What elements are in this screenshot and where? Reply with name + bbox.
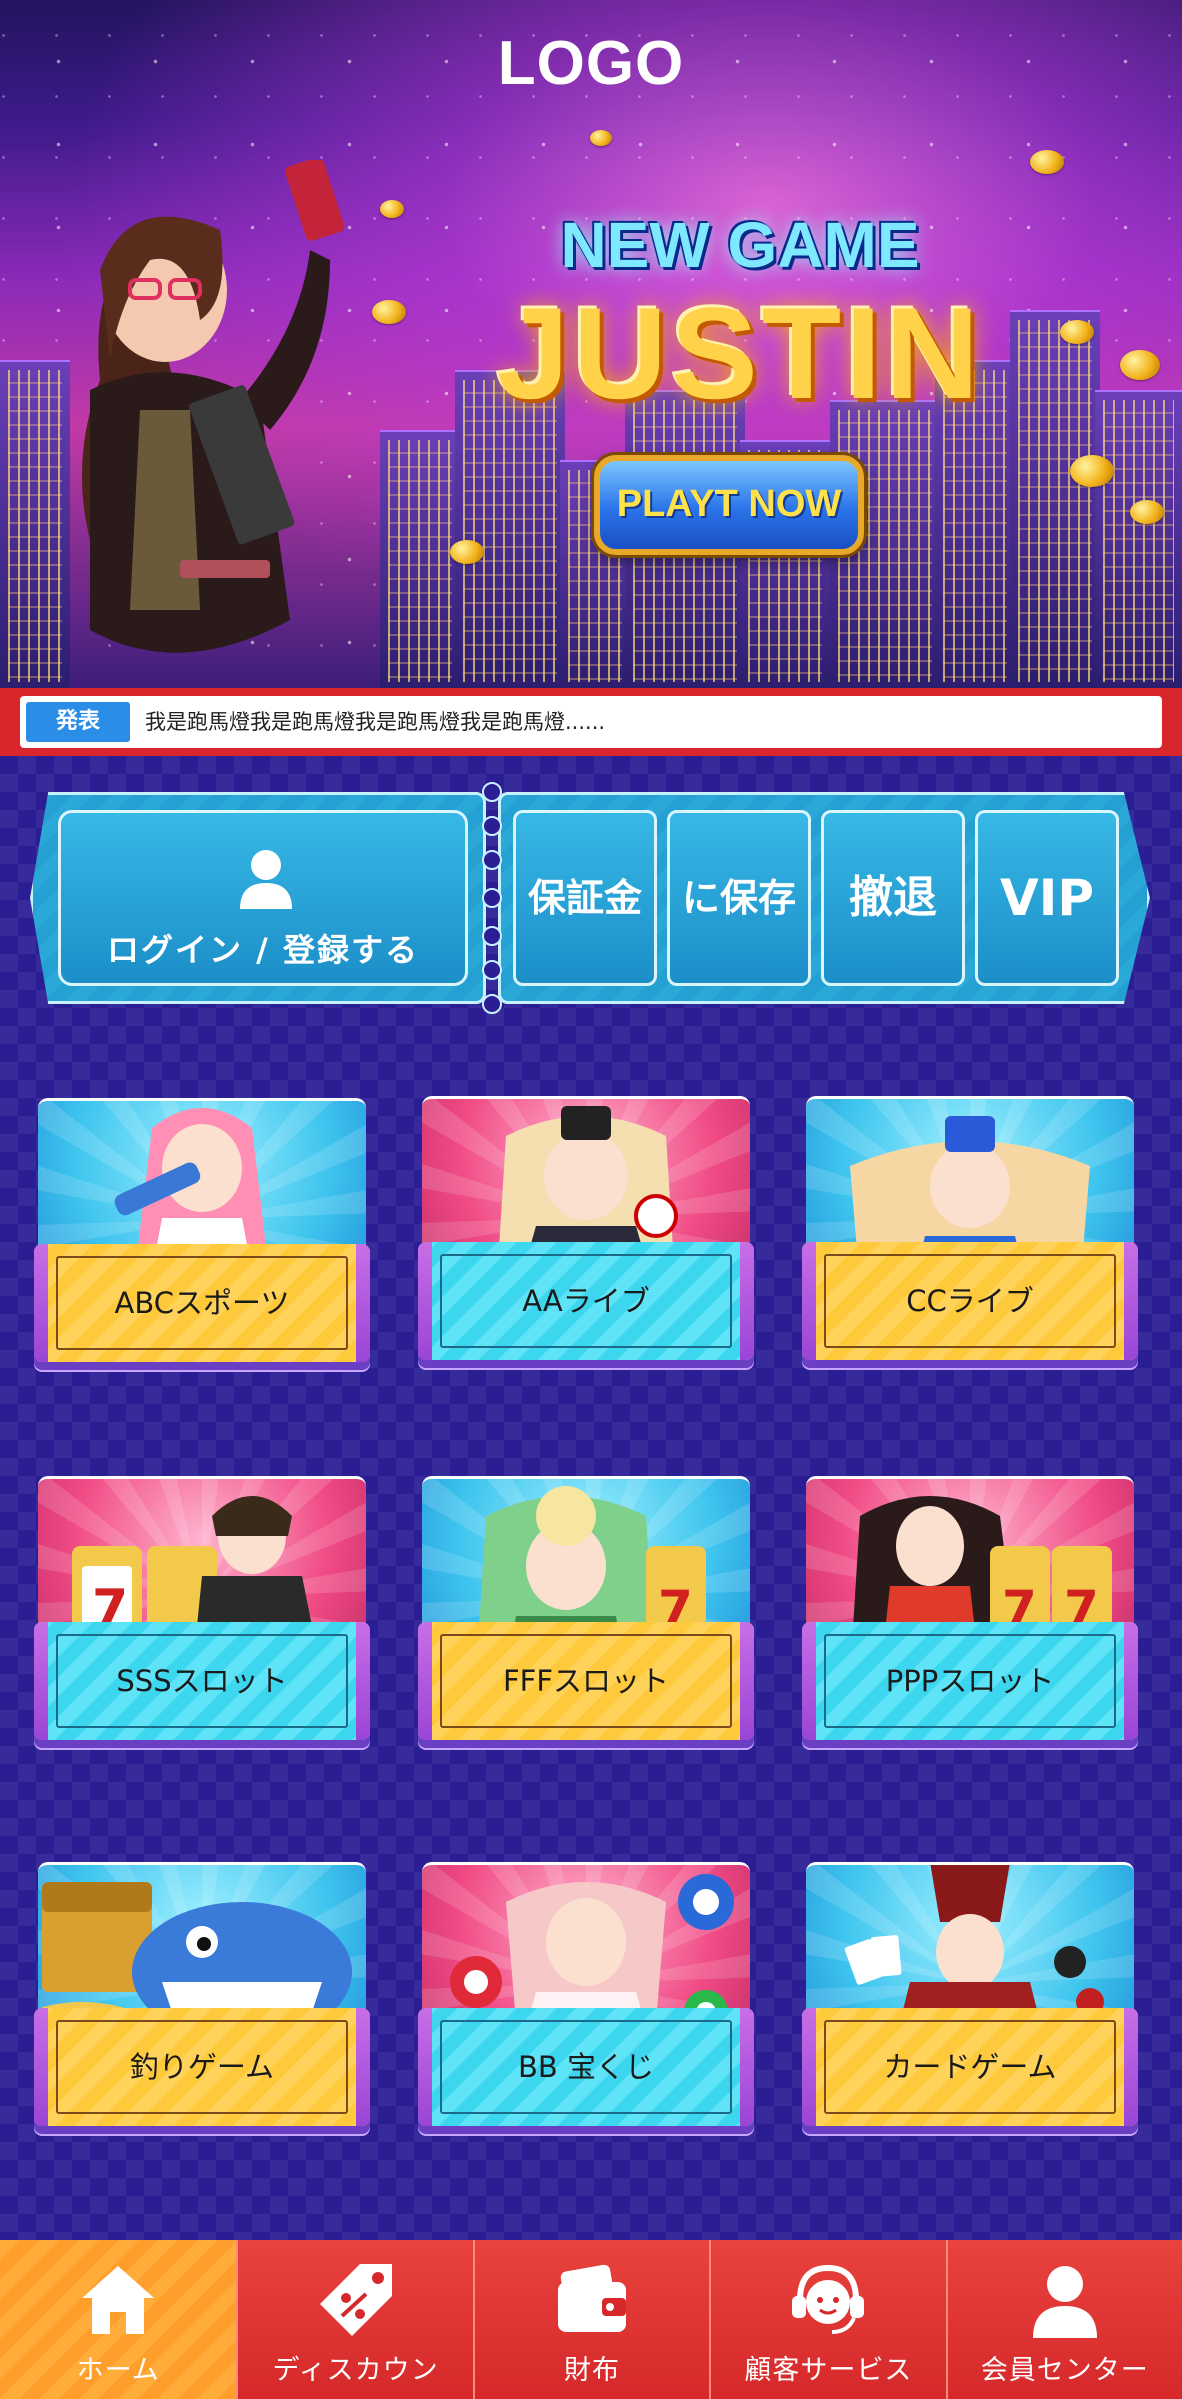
announcement-tag: 発表: [26, 702, 130, 742]
announcement-text: 我是跑馬燈我是跑馬燈我是跑馬燈我是跑馬燈......: [145, 710, 606, 734]
nav-customer-service[interactable]: 顧客サービス: [709, 2240, 946, 2399]
hero-character-illustration: [82, 160, 345, 653]
vip-label: VIP: [1000, 869, 1094, 927]
announcement-marquee[interactable]: 発表 我是跑馬燈我是跑馬燈我是跑馬燈我是跑馬燈......: [20, 696, 1162, 748]
game-card-fishing[interactable]: 釣りゲーム: [34, 1860, 370, 2150]
game-label: BB 宝くじ: [517, 2050, 654, 2084]
game-label-panel: カードゲーム: [802, 2008, 1138, 2126]
banner-headline-title: JUSTIN: [496, 280, 984, 426]
game-label: CCライブ: [906, 1284, 1034, 1318]
withdraw-button[interactable]: 撤退: [821, 810, 965, 986]
game-card-cards[interactable]: カードゲーム: [802, 1860, 1138, 2150]
game-card-slot-fff[interactable]: 7 FFFスロット: [418, 1474, 754, 1764]
game-label: SSSスロット: [116, 1664, 288, 1698]
game-label-panel: AAライブ: [418, 1242, 754, 1360]
coin-decoration: [450, 540, 484, 564]
game-label: 釣りゲーム: [129, 2050, 275, 2084]
game-card-sports[interactable]: ABCスポーツ: [34, 1096, 370, 1386]
coin-decoration: [1120, 350, 1160, 380]
game-label-panel: SSSスロット: [34, 1622, 370, 1740]
game-label: AAライブ: [522, 1284, 650, 1318]
nav-label: ディスカウン: [272, 2355, 439, 2386]
coin-decoration: [1030, 150, 1064, 174]
game-label: PPPスロット: [885, 1664, 1055, 1698]
vip-button[interactable]: VIP: [975, 810, 1119, 986]
ticket-perforation: [482, 994, 502, 1014]
game-card-live-aa[interactable]: AAライブ: [418, 1094, 754, 1384]
wallet-icon: [557, 2264, 626, 2332]
ticket-perforation: [482, 850, 502, 870]
login-register-button[interactable]: ログイン / 登録する: [58, 810, 468, 986]
game-label-panel: PPPスロット: [802, 1622, 1138, 1740]
play-now-button[interactable]: PLAYT NOW: [594, 455, 864, 555]
game-card-live-cc[interactable]: CCライブ: [802, 1094, 1138, 1384]
game-label: ABCスポーツ: [114, 1286, 290, 1320]
game-label-panel: ABCスポーツ: [34, 1244, 370, 1362]
game-label-panel: FFFスロット: [418, 1622, 754, 1740]
coin-decoration: [372, 300, 406, 324]
nav-label: 顧客サービス: [744, 2355, 913, 2386]
user-icon: [240, 850, 292, 909]
nav-label: 会員センター: [980, 2355, 1149, 2386]
home-icon: [82, 2266, 155, 2334]
game-label-panel: CCライブ: [802, 1242, 1138, 1360]
coin-decoration: [380, 200, 404, 218]
app-logo[interactable]: LOGO: [0, 28, 1182, 99]
ticket-perforation: [482, 960, 502, 980]
nav-label: 財布: [563, 2355, 620, 2386]
save-label: に保存: [681, 876, 796, 920]
game-label: カードゲーム: [883, 2050, 1057, 2084]
coin-decoration: [1070, 455, 1114, 487]
deposit-label: 保証金: [527, 876, 642, 920]
nav-member-center[interactable]: 会員センター: [945, 2240, 1182, 2399]
coin-decoration: [590, 130, 612, 146]
ticket-perforation: [482, 888, 502, 908]
customer-service-icon: [792, 2264, 865, 2334]
ticket-perforation: [482, 816, 502, 836]
withdraw-label: 撤退: [849, 872, 937, 923]
coin-decoration: [1130, 500, 1164, 524]
save-button[interactable]: に保存: [667, 810, 811, 986]
game-label-panel: 釣りゲーム: [34, 2008, 370, 2126]
deposit-button[interactable]: 保証金: [513, 810, 657, 986]
announcement-bar: 発表 我是跑馬燈我是跑馬燈我是跑馬燈我是跑馬燈......: [0, 688, 1182, 756]
nav-label: ホーム: [76, 2355, 160, 2386]
nav-wallet[interactable]: 財布: [472, 2240, 710, 2399]
nav-discount[interactable]: ディスカウン: [236, 2240, 473, 2399]
game-card-lottery[interactable]: BB 宝くじ: [418, 1860, 754, 2150]
game-card-slot-ppp[interactable]: 7 7 PPPスロット: [802, 1474, 1138, 1764]
coin-decoration: [1060, 320, 1094, 344]
game-card-slot-sss[interactable]: 7 SSSスロット: [34, 1474, 370, 1764]
game-label-panel: BB 宝くじ: [418, 2008, 754, 2126]
banner-headline-small: NEW GAME: [560, 209, 920, 281]
game-label: FFFスロット: [502, 1664, 670, 1698]
login-register-label: ログイン / 登録する: [107, 931, 419, 969]
member-icon: [1032, 2266, 1097, 2338]
ticket-perforation: [482, 782, 502, 802]
bottom-navigation: ホーム ディスカウン 財布 顧客サービス 会員センター: [0, 2240, 1182, 2399]
nav-home[interactable]: ホーム: [0, 2240, 237, 2399]
ticket-perforation: [482, 926, 502, 946]
account-ticket-panel: ログイン / 登録する 保証金 に保存 撤退 VIP: [30, 782, 1150, 1014]
discount-tag-icon: [319, 2264, 392, 2336]
hero-banner[interactable]: LOGO NEW GAME JUSTIN PLAYT NOW: [0, 0, 1182, 690]
main-content: ログイン / 登録する 保証金 に保存 撤退 VIP ABCスポーツ AAライブ…: [0, 756, 1182, 2240]
